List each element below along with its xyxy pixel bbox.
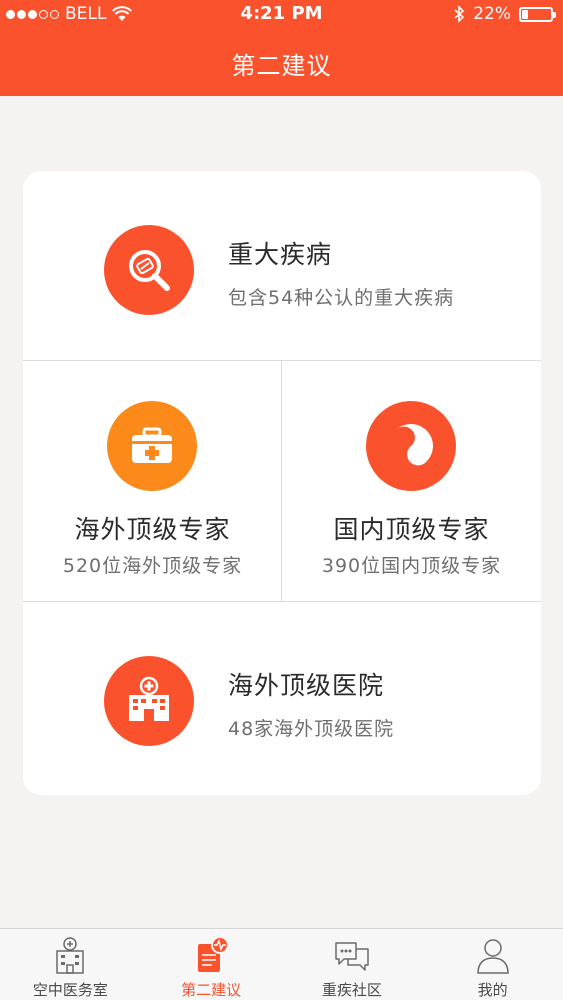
medical-kit-icon — [107, 401, 197, 491]
status-right: 22% — [453, 4, 556, 24]
tab-label: 第二建议 — [181, 981, 242, 999]
domestic-experts-item[interactable]: 国内顶级专家 390位国内顶级专家 — [282, 361, 541, 602]
experts-row: 海外顶级专家 520位海外顶级专家 国内顶级专家 390位国内顶级专家 — [23, 361, 541, 602]
major-disease-title: 重大疾病 — [228, 240, 333, 269]
bluetooth-icon — [454, 5, 465, 23]
major-disease-subtitle: 包含54种公认的重大疾病 — [228, 287, 455, 309]
app-screen: BELL 4:21 PM 22% 第二建议 重大疾病 包含54种公认的重大疾病 … — [0, 0, 563, 1000]
tab-label: 空中医务室 — [32, 981, 108, 999]
battery-level — [522, 9, 528, 19]
overseas-hospitals-title: 海外顶级医院 — [228, 671, 385, 700]
major-disease-text: 重大疾病 包含54种公认的重大疾病 — [228, 235, 454, 310]
domestic-experts-subtitle: 390位国内顶级专家 — [321, 555, 502, 577]
user-icon — [476, 939, 509, 974]
tab-profile[interactable]: 我的 — [422, 929, 563, 1000]
magnifier-icon — [104, 225, 194, 315]
tab-bar: 空中医务室 第二建议 重疾社区 我的 — [0, 928, 563, 1000]
tab-community[interactable]: 重疾社区 — [282, 929, 423, 1000]
overseas-hospitals-subtitle: 48家海外顶级医院 — [228, 718, 395, 740]
domestic-experts-title: 国内顶级专家 — [333, 515, 490, 544]
overseas-hospitals-item[interactable]: 海外顶级医院 48家海外顶级医院 — [23, 602, 541, 795]
services-card: 重大疾病 包含54种公认的重大疾病 海外顶级专家 520位海外顶级专家 国内顶级… — [23, 171, 541, 795]
clinic-building-icon — [56, 937, 85, 974]
tab-second-opinion[interactable]: 第二建议 — [141, 929, 282, 1000]
overseas-experts-item[interactable]: 海外顶级专家 520位海外顶级专家 — [23, 361, 282, 602]
report-icon — [198, 936, 230, 972]
status-bar: BELL 4:21 PM 22% — [0, 0, 563, 30]
chat-bubbles-icon — [335, 942, 369, 971]
major-disease-item[interactable]: 重大疾病 包含54种公认的重大疾病 — [23, 171, 541, 361]
battery-percent: 22% — [473, 4, 511, 24]
tab-label: 我的 — [477, 981, 508, 999]
tab-label: 重疾社区 — [321, 981, 382, 999]
overseas-experts-subtitle: 520位海外顶级专家 — [62, 555, 243, 577]
yin-yang-icon — [366, 401, 456, 491]
battery-icon — [519, 6, 556, 22]
hospital-icon — [104, 656, 194, 746]
overseas-hospitals-text: 海外顶级医院 48家海外顶级医院 — [228, 666, 394, 741]
overseas-experts-title: 海外顶级专家 — [74, 515, 231, 544]
tab-clinic[interactable]: 空中医务室 — [0, 929, 141, 1000]
header-bar: BELL 4:21 PM 22% 第二建议 — [0, 0, 563, 96]
page-title: 第二建议 — [231, 52, 332, 80]
